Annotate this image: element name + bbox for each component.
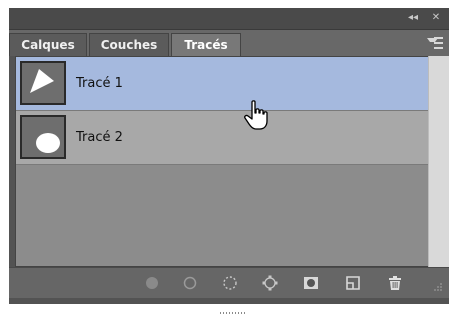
panel-title-bar: ◂◂ ✕ [9, 8, 449, 30]
path-row-2[interactable]: Tracé 2 [16, 111, 428, 165]
stroke-path-icon[interactable] [181, 274, 199, 292]
hand-pointer-icon [244, 99, 270, 131]
paths-panel: ◂◂ ✕ Calques Couches Tracés Tracé 1 Trac… [9, 8, 449, 314]
tab-couches[interactable]: Couches [89, 33, 169, 56]
make-work-path-icon[interactable] [261, 274, 279, 292]
close-panel-button[interactable]: ✕ [429, 11, 443, 25]
tab-traces[interactable]: Tracés [171, 33, 241, 56]
panel-bottom-toolbar [9, 267, 449, 298]
resize-grip-icon[interactable] [430, 280, 444, 294]
panel-menu-icon[interactable] [427, 36, 443, 50]
triangle-shape-icon [20, 61, 66, 105]
path-label: Tracé 1 [76, 76, 123, 91]
scrollbar[interactable] [428, 56, 449, 267]
tab-calques[interactable]: Calques [9, 33, 87, 56]
path-label: Tracé 2 [76, 130, 123, 145]
delete-path-icon[interactable] [386, 274, 404, 292]
panel-tabs: Calques Couches Tracés [9, 30, 449, 56]
fill-path-icon[interactable] [143, 274, 161, 292]
collapse-panel-button[interactable]: ◂◂ [406, 11, 420, 25]
paths-list: Tracé 1 Tracé 2 [15, 56, 429, 267]
add-mask-icon[interactable] [302, 274, 320, 292]
ellipse-shape-icon [20, 115, 66, 159]
new-path-icon[interactable] [344, 274, 362, 292]
load-as-selection-icon[interactable] [221, 274, 239, 292]
panel-resize-handle-icon[interactable] [220, 300, 246, 314]
path-row-1[interactable]: Tracé 1 [16, 57, 428, 111]
